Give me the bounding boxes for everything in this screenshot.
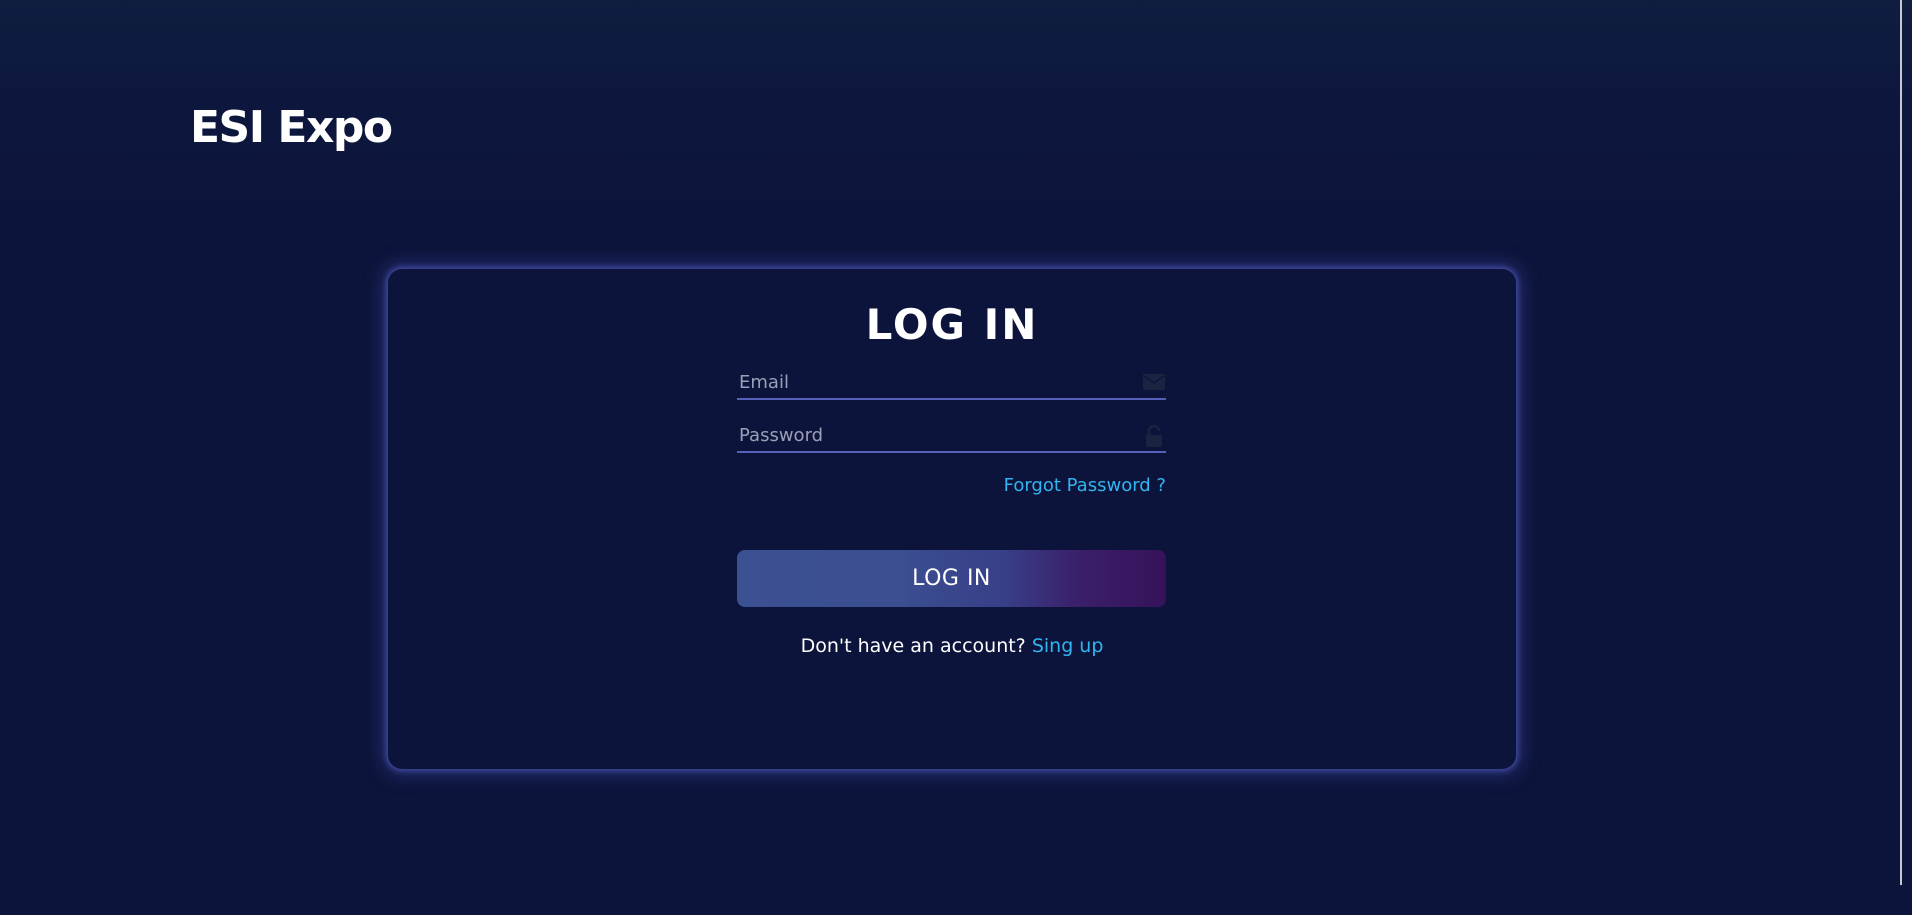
signup-prompt-text: Don't have an account? [800,635,1032,657]
signup-link[interactable]: Sing up [1032,635,1104,657]
lock-icon [1142,424,1166,447]
login-page: ESI Expo LOG IN Forgot Password ? LOG [0,0,1912,915]
signup-prompt-line: Don't have an account? Sing up [388,635,1516,657]
email-field[interactable] [739,368,1119,396]
scrollbar[interactable] [1900,0,1902,885]
login-button[interactable]: LOG IN [737,550,1166,607]
forgot-password-link[interactable]: Forgot Password ? [1004,475,1166,496]
login-title: LOG IN [865,300,1039,349]
password-field[interactable] [739,421,1119,449]
login-card: LOG IN Forgot Password ? LOG IN Do [388,269,1516,769]
password-field-wrapper [737,421,1166,453]
email-field-wrapper [737,368,1166,400]
brand-logo[interactable]: ESI Expo [190,98,393,158]
envelope-icon [1142,371,1166,393]
